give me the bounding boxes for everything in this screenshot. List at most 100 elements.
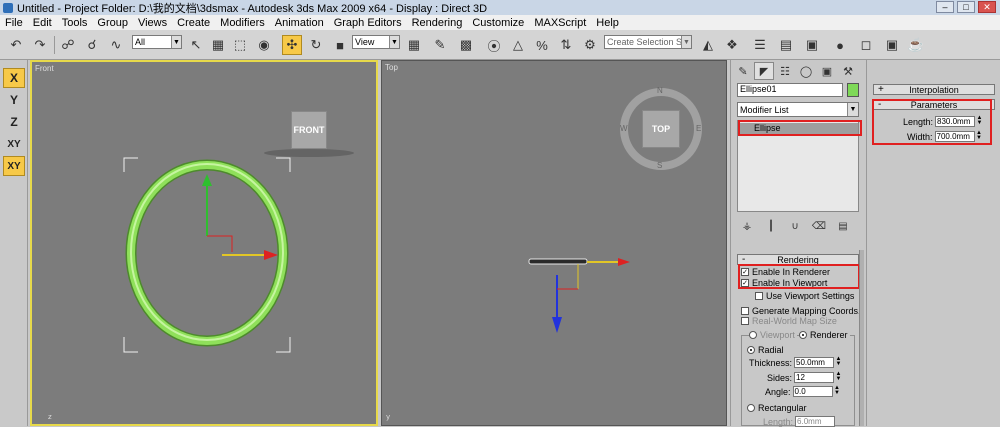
pin-stack-icon[interactable]: ⚶: [739, 218, 755, 234]
menu-animation[interactable]: Animation: [270, 17, 329, 29]
select-and-scale-icon[interactable]: ■: [330, 35, 350, 55]
menu-help[interactable]: Help: [591, 17, 624, 29]
redo-icon[interactable]: ↷: [30, 35, 50, 55]
spinner-icon[interactable]: ▲ ▼: [835, 356, 842, 368]
create-tab-icon[interactable]: ✎: [733, 62, 753, 80]
object-color-swatch[interactable]: [847, 83, 859, 97]
select-and-link-icon[interactable]: ☍: [58, 35, 78, 55]
generate-mapping-coords-checkbox[interactable]: Generate Mapping Coords.: [741, 306, 861, 316]
bind-to-space-warp-icon[interactable]: ∿: [106, 35, 126, 55]
menu-create[interactable]: Create: [172, 17, 215, 29]
menu-modifiers[interactable]: Modifiers: [215, 17, 270, 29]
configure-modifier-sets-icon[interactable]: ▤: [835, 218, 851, 234]
gizmo-plane-handle[interactable]: [207, 235, 233, 252]
select-and-rotate-icon[interactable]: ↻: [306, 35, 326, 55]
axis-constraint-z-button[interactable]: Z: [3, 112, 25, 132]
select-and-move-icon[interactable]: ✣: [282, 35, 302, 55]
close-button[interactable]: ✕: [978, 1, 996, 13]
select-object-icon[interactable]: ↖: [186, 35, 206, 55]
axis-constraint-x-button[interactable]: X: [3, 68, 25, 88]
keyboard-shortcut-override-icon[interactable]: ▩: [456, 35, 476, 55]
viewcube-top-face[interactable]: TOP: [642, 110, 680, 148]
menu-views[interactable]: Views: [133, 17, 172, 29]
undo-icon[interactable]: ↶: [6, 35, 26, 55]
top-viewcube[interactable]: N S W E TOP: [620, 86, 702, 170]
utilities-tab-icon[interactable]: ⚒: [838, 62, 858, 80]
title-bar: Untitled - Project Folder: D:\我的文档\3dsma…: [0, 0, 1000, 15]
spinner-icon[interactable]: ▲ ▼: [835, 371, 842, 383]
menu-maxscript[interactable]: MAXScript: [529, 17, 591, 29]
maximize-button[interactable]: □: [957, 1, 975, 13]
hierarchy-tab-icon[interactable]: ☷: [775, 62, 795, 80]
menu-tools[interactable]: Tools: [57, 17, 93, 29]
toolbar-separator: [54, 36, 55, 54]
viewport-radio[interactable]: Viewport: [749, 330, 797, 340]
angle-input[interactable]: 0.0: [792, 386, 833, 397]
axis-constraint-xy-button[interactable]: XY: [3, 134, 25, 154]
mirror-icon[interactable]: ◭: [698, 35, 718, 55]
remove-modifier-icon[interactable]: ⌫: [811, 218, 827, 234]
reference-coord-dropdown[interactable]: View ▼: [352, 35, 400, 49]
world-axis-indicator: y: [386, 413, 390, 421]
main-toolbar: ↶ ↷ ☍ ☌ ∿ All ▼ ↖ ▦ ⬚ ◉ ✣ ↻ ■ View ▼ ▦ ✎…: [0, 30, 1000, 60]
motion-tab-icon[interactable]: ◯: [796, 62, 816, 80]
use-viewport-settings-checkbox[interactable]: Use Viewport Settings: [755, 291, 854, 301]
select-by-name-icon[interactable]: ▦: [208, 35, 228, 55]
rendered-frame-window-icon[interactable]: ▣: [882, 35, 902, 55]
front-viewcube[interactable]: FRONT: [264, 111, 354, 159]
menu-group[interactable]: Group: [92, 17, 133, 29]
spinner-icon[interactable]: ▲ ▼: [834, 385, 841, 397]
modifier-list-dropdown[interactable]: Modifier List ▼: [737, 102, 859, 117]
edit-named-selection-icon[interactable]: ⚙: [580, 35, 600, 55]
radial-radio[interactable]: Radial: [747, 345, 784, 355]
viewcube-front-face[interactable]: FRONT: [291, 111, 327, 149]
axis-constraint-y-button[interactable]: Y: [3, 90, 25, 110]
rect-length-input[interactable]: 6.0mm: [795, 416, 836, 427]
top-viewport[interactable]: Top y N S W E TOP: [381, 60, 727, 426]
thickness-field: Thickness: 50.0mm ▲ ▼: [749, 356, 842, 368]
menu-graph-editors[interactable]: Graph Editors: [329, 17, 407, 29]
generate-mapping-coords-label: Generate Mapping Coords.: [752, 306, 861, 316]
selection-filter-dropdown[interactable]: All ▼: [132, 35, 182, 49]
thickness-input[interactable]: 50.0mm: [794, 357, 835, 368]
menu-customize[interactable]: Customize: [467, 17, 529, 29]
quick-render-icon[interactable]: ☕: [906, 35, 926, 55]
display-tab-icon[interactable]: ▣: [817, 62, 837, 80]
named-selection-sets-dropdown[interactable]: Create Selection Set ▼: [604, 35, 692, 49]
snaps-toggle-icon[interactable]: ⦿: [484, 35, 504, 55]
selection-filter-value: All: [135, 37, 146, 47]
rectangular-selection-icon[interactable]: ⬚: [230, 35, 250, 55]
sides-input[interactable]: 12: [794, 372, 835, 383]
ellipse-top-view[interactable]: [528, 258, 588, 265]
interpolation-rollout-header[interactable]: + Interpolation: [873, 84, 995, 95]
menu-edit[interactable]: Edit: [28, 17, 57, 29]
minimize-button[interactable]: –: [936, 1, 954, 13]
material-editor-icon[interactable]: ●: [830, 35, 850, 55]
axis-constraint-xy-cycle-button[interactable]: XY: [3, 156, 25, 176]
chevron-down-icon: ▼: [171, 36, 181, 48]
window-crossing-icon[interactable]: ◉: [254, 35, 274, 55]
menu-rendering[interactable]: Rendering: [407, 17, 468, 29]
schematic-view-icon[interactable]: ▣: [802, 35, 822, 55]
menu-file[interactable]: File: [0, 17, 28, 29]
rectangular-radio[interactable]: Rectangular: [747, 403, 807, 413]
pivot-center-icon[interactable]: ▦: [404, 35, 424, 55]
front-viewport[interactable]: Front z FRONT: [30, 60, 378, 426]
chevron-down-icon: ▼: [681, 36, 691, 48]
command-panel-scrollbar[interactable]: [859, 250, 864, 426]
show-end-result-icon[interactable]: ┃: [763, 218, 779, 234]
real-world-map-size-checkbox[interactable]: Real-World Map Size: [741, 316, 837, 326]
align-icon[interactable]: ❖: [722, 35, 742, 55]
make-unique-icon[interactable]: ∪: [787, 218, 803, 234]
angle-snap-icon[interactable]: △: [508, 35, 528, 55]
spinner-snap-icon[interactable]: ⇅: [556, 35, 576, 55]
percent-snap-icon[interactable]: %: [532, 35, 552, 55]
renderer-radio[interactable]: Renderer: [799, 330, 850, 340]
curve-editor-icon[interactable]: ▤: [776, 35, 796, 55]
layer-manager-icon[interactable]: ☰: [750, 35, 770, 55]
unlink-selection-icon[interactable]: ☌: [82, 35, 102, 55]
render-setup-icon[interactable]: ◻: [856, 35, 876, 55]
object-name-field[interactable]: Ellipse01: [737, 83, 843, 97]
modify-tab-icon[interactable]: ◤: [754, 62, 774, 80]
select-and-manipulate-icon[interactable]: ✎: [430, 35, 450, 55]
